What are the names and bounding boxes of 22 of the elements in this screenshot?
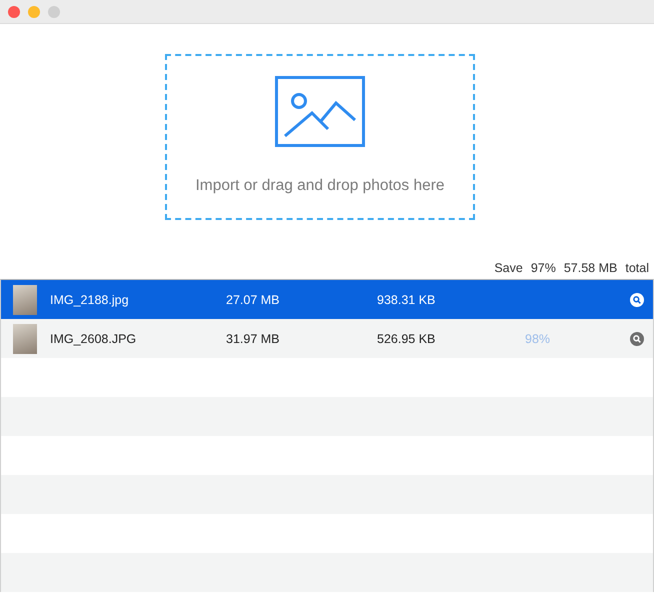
compressed-size: 526.95 KB (377, 332, 436, 346)
file-row[interactable]: IMG_2608.JPG 31.97 MB 526.95 KB 98% (1, 319, 653, 358)
search-icon[interactable] (630, 292, 644, 306)
drop-zone-label: Import or drag and drop photos here (195, 177, 444, 195)
saving-percent: 98% (525, 332, 552, 346)
image-icon (275, 76, 365, 147)
photo-drop-zone[interactable]: Import or drag and drop photos here (165, 54, 475, 220)
file-name: IMG_2608.JPG (50, 332, 138, 346)
photo-thumbnail (13, 324, 37, 354)
file-row[interactable]: IMG_2188.jpg 27.07 MB 938.31 KB (1, 280, 653, 319)
original-size: 27.07 MB (226, 292, 281, 306)
total-label: total (625, 261, 649, 275)
saving-percent: 97% (530, 261, 556, 275)
save-label: Save (494, 261, 523, 275)
close-button[interactable] (8, 6, 20, 18)
minimize-button[interactable] (28, 6, 40, 18)
compressed-size: 938.31 KB (377, 292, 436, 306)
search-icon[interactable] (630, 332, 644, 346)
original-size: 31.97 MB (226, 332, 281, 346)
photo-thumbnail (13, 284, 37, 314)
saved-amount: 57.58 MB (564, 261, 618, 275)
file-name: IMG_2188.jpg (50, 292, 130, 306)
